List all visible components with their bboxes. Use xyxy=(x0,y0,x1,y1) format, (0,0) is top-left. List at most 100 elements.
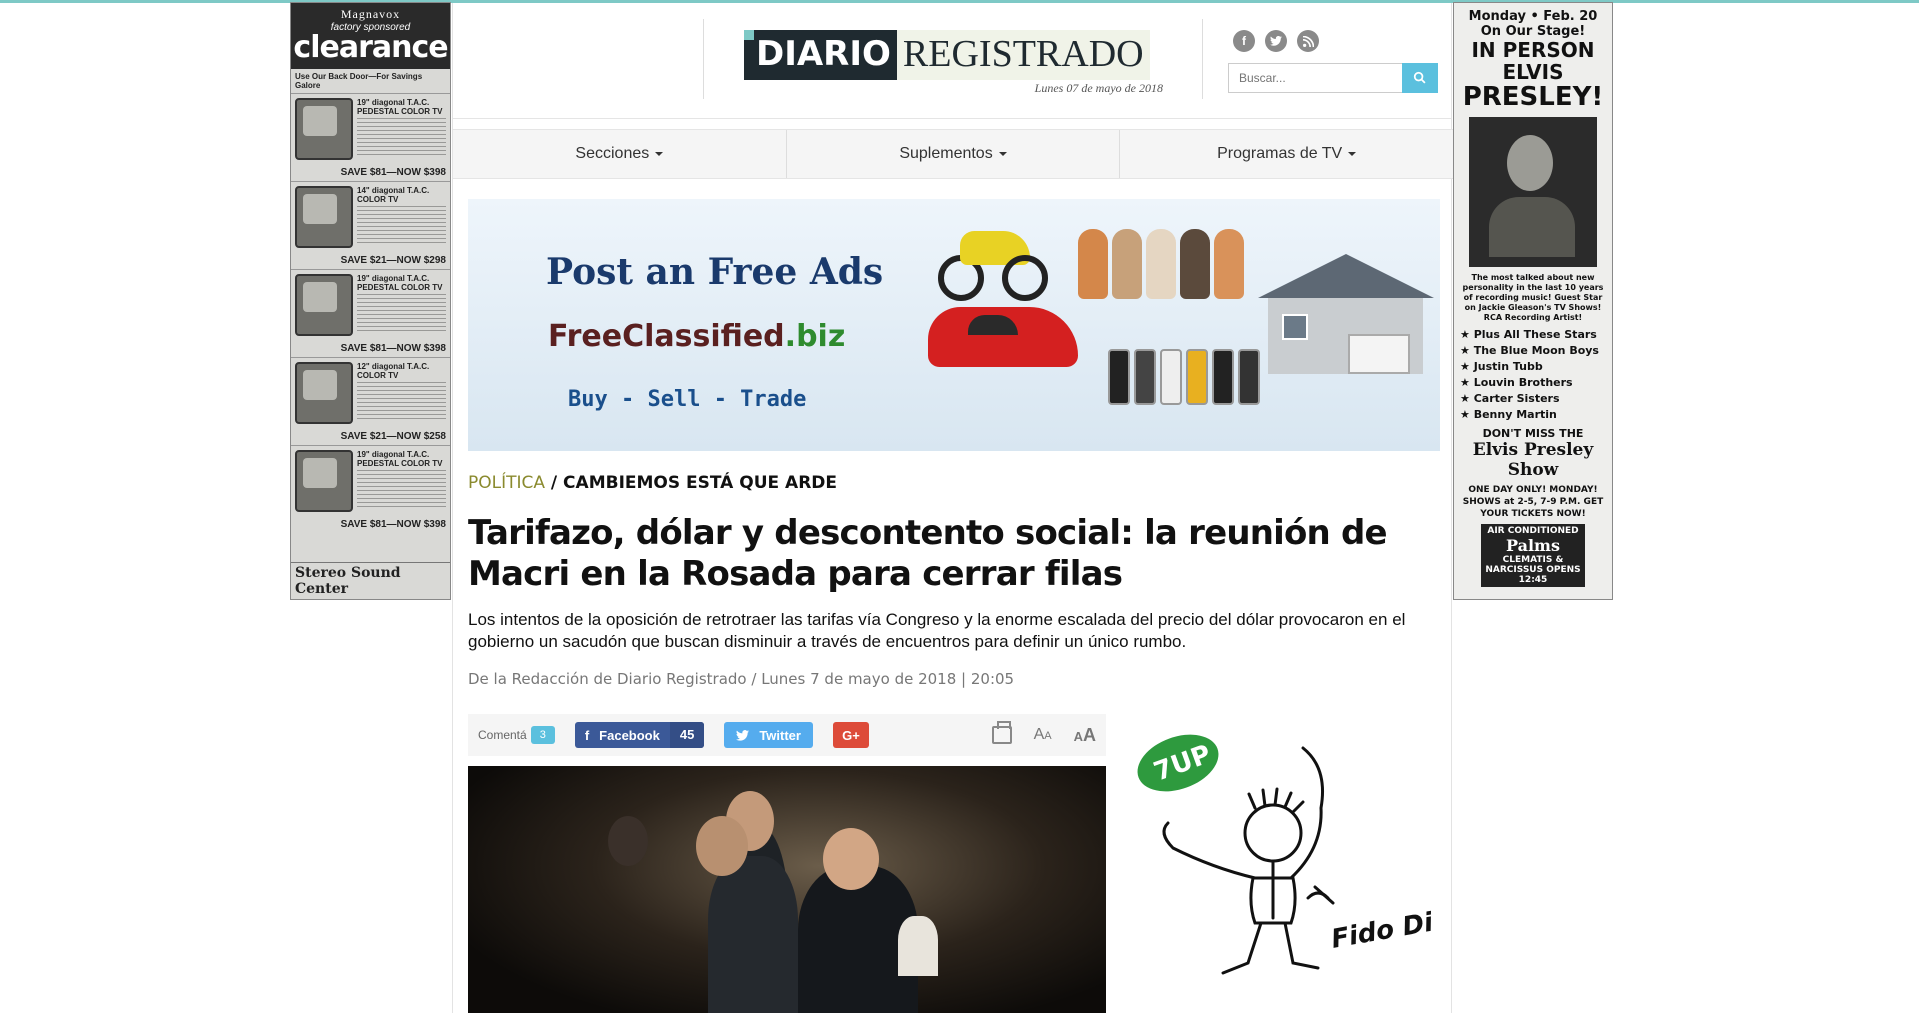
left-ad-item: 14" diagonal T.A.C. COLOR TV SAVE $21—NO… xyxy=(291,181,450,269)
right-ad-dont-miss: DON'T MISS THE xyxy=(1482,427,1584,440)
breadcrumb-tag: / CAMBIEMOS ESTÁ QUE ARDE xyxy=(545,473,838,493)
nav-secciones-label: Secciones xyxy=(575,145,650,162)
article-tools: AA AA xyxy=(991,721,1096,746)
search-input[interactable] xyxy=(1228,63,1402,93)
left-ad-tagline: Use Our Back Door—For Savings Galore xyxy=(295,72,423,90)
right-ad-in-person: IN PERSON xyxy=(1471,38,1595,62)
main-nav: Secciones Suplementos Programas de TV xyxy=(453,129,1453,179)
comment-button[interactable]: Comentá 3 xyxy=(478,726,555,744)
share-bar: Comentá 3 f Facebook 45 Twitter G+ AA AA xyxy=(468,714,1106,756)
right-ad-star: ★ Carter Sisters xyxy=(1460,392,1560,405)
left-ad-item: 19" diagonal T.A.C. PEDESTAL COLOR TV SA… xyxy=(291,445,450,533)
fido-dido-illustration: 7UP Fido Dido xyxy=(1137,734,1471,975)
tv-image xyxy=(295,98,353,160)
left-ad-item-price: SAVE $21—NOW $298 xyxy=(340,255,446,266)
facebook-icon[interactable]: f xyxy=(1233,30,1255,52)
banner-tagline: Buy - Sell - Trade xyxy=(568,387,807,412)
left-ad-item: 12" diagonal T.A.C. COLOR TV SAVE $21—NO… xyxy=(291,357,450,445)
header-divider xyxy=(703,19,704,99)
fido-dido-label: Fido Dido xyxy=(1329,901,1433,955)
header-date: Lunes 07 de mayo de 2018 xyxy=(1034,81,1163,95)
left-ad-header: Magnavox factory sponsored clearance xyxy=(291,3,450,69)
left-ad-item-price: SAVE $21—NOW $258 xyxy=(340,431,446,442)
left-ad-brand: Magnavox xyxy=(340,7,401,21)
7up-ad[interactable]: 7UP Fido Dido xyxy=(1123,728,1471,998)
search-icon xyxy=(1413,71,1426,84)
right-ad-blurb: The most talked about new personality in… xyxy=(1462,273,1604,322)
search-form xyxy=(1228,63,1438,93)
logo-registrado: REGISTRADO xyxy=(896,30,1150,80)
left-ad-item-name: 19" diagonal T.A.C. PEDESTAL COLOR TV xyxy=(357,274,443,292)
right-ad-stage: On Our Stage! xyxy=(1480,24,1586,39)
article-lead: Los intentos de la oposición de retrotra… xyxy=(468,610,1406,651)
facebook-share-button[interactable]: f Facebook 45 xyxy=(574,722,705,748)
tv-image xyxy=(295,186,353,248)
tv-image xyxy=(295,362,353,424)
article-title: Tarifazo, dólar y descontento social: la… xyxy=(468,513,1388,594)
nav-secciones[interactable]: Secciones xyxy=(453,130,787,178)
site-header: DIARIO REGISTRADO Lunes 07 de mayo de 20… xyxy=(453,3,1451,119)
gplus-share-button[interactable]: G+ xyxy=(832,722,869,748)
site-logo[interactable]: DIARIO REGISTRADO xyxy=(744,30,1150,80)
rss-icon[interactable] xyxy=(1297,30,1319,52)
left-ad-headline: clearance xyxy=(293,30,448,65)
tv-image xyxy=(295,274,353,336)
left-side-ad[interactable]: Magnavox factory sponsored clearance Use… xyxy=(290,2,451,600)
right-ad-date: Monday • Feb. 20 xyxy=(1468,9,1598,24)
header-divider xyxy=(1202,19,1203,99)
breadcrumb-section[interactable]: POLÍTICA xyxy=(468,473,545,493)
left-ad-item-price: SAVE $81—NOW $398 xyxy=(340,167,446,178)
twitter-share-button[interactable]: Twitter xyxy=(724,722,813,748)
search-button[interactable] xyxy=(1402,63,1438,93)
left-ad-item-name: 12" diagonal T.A.C. COLOR TV xyxy=(357,362,430,380)
banner-ad[interactable]: Post an Free Ads FreeClassified.biz Buy … xyxy=(468,199,1440,451)
facebook-share-count: 45 xyxy=(669,722,705,748)
nav-programas-tv-label: Programas de TV xyxy=(1217,145,1343,162)
nav-suplementos-label: Suplementos xyxy=(899,145,993,162)
facebook-share-label: Facebook xyxy=(599,727,660,743)
print-icon[interactable] xyxy=(991,721,1012,744)
article-photo xyxy=(468,766,1106,1013)
chevron-down-icon xyxy=(1348,152,1357,156)
twitter-share-label: Twitter xyxy=(759,727,801,743)
car-image xyxy=(928,307,1078,367)
logo-diario: DIARIO xyxy=(744,30,897,80)
chevron-down-icon xyxy=(998,152,1007,156)
right-ad-show: Elvis Presley Show xyxy=(1472,440,1594,480)
chevron-down-icon xyxy=(655,152,664,156)
breadcrumb: POLÍTICA / CAMBIEMOS ESTÁ QUE ARDE xyxy=(468,473,837,493)
house-image xyxy=(1258,254,1434,374)
right-side-ad[interactable]: Monday • Feb. 20 On Our Stage! IN PERSON… xyxy=(1453,2,1613,600)
nav-suplementos[interactable]: Suplementos xyxy=(787,130,1121,178)
left-ad-item-name: 14" diagonal T.A.C. COLOR TV xyxy=(357,186,430,204)
right-ad-venue-name: Palms xyxy=(1506,536,1560,555)
right-ad-star: ★ Justin Tubb xyxy=(1460,360,1543,373)
tv-image xyxy=(295,450,353,512)
nav-programas-tv[interactable]: Programas de TV xyxy=(1120,130,1453,178)
motorcycle-image xyxy=(938,219,1048,301)
left-ad-item-price: SAVE $81—NOW $398 xyxy=(340,519,446,530)
right-ad-venue: AIR CONDITIONED Palms CLEMATIS & NARCISS… xyxy=(1481,524,1585,587)
right-ad-star: ★ Benny Martin xyxy=(1460,408,1557,421)
left-ad-item: 19" diagonal T.A.C. PEDESTAL COLOR TV SA… xyxy=(291,269,450,357)
pets-image xyxy=(1078,229,1244,299)
twitter-icon[interactable] xyxy=(1265,30,1287,52)
banner-site: FreeClassified.biz xyxy=(548,319,846,354)
left-ad-item-name: 19" diagonal T.A.C. PEDESTAL COLOR TV xyxy=(357,450,443,468)
right-ad-schedule: ONE DAY ONLY! MONDAY! SHOWS at 2-5, 7-9 … xyxy=(1462,485,1604,519)
left-ad-item-name: 19" diagonal T.A.C. PEDESTAL COLOR TV xyxy=(357,98,443,116)
left-ad-footer: Stereo Sound Center xyxy=(291,562,450,599)
comment-count-badge: 3 xyxy=(530,726,555,744)
twitter-icon xyxy=(736,729,750,741)
right-ad-stars: ★ Plus All These Stars ★ The Blue Moon B… xyxy=(1460,327,1606,423)
facebook-icon: f xyxy=(584,727,590,743)
font-decrease-button[interactable]: AA xyxy=(1034,726,1052,744)
comment-label: Comentá xyxy=(478,728,527,742)
right-ad-star: ★ The Blue Moon Boys xyxy=(1460,344,1599,357)
font-increase-button[interactable]: AA xyxy=(1074,725,1096,746)
main-column: DIARIO REGISTRADO Lunes 07 de mayo de 20… xyxy=(452,3,1471,1013)
right-ad-venue-top: AIR CONDITIONED xyxy=(1487,526,1579,536)
phones-image xyxy=(1108,349,1260,405)
social-links: f xyxy=(1233,30,1319,52)
elvis-photo xyxy=(1469,117,1597,267)
